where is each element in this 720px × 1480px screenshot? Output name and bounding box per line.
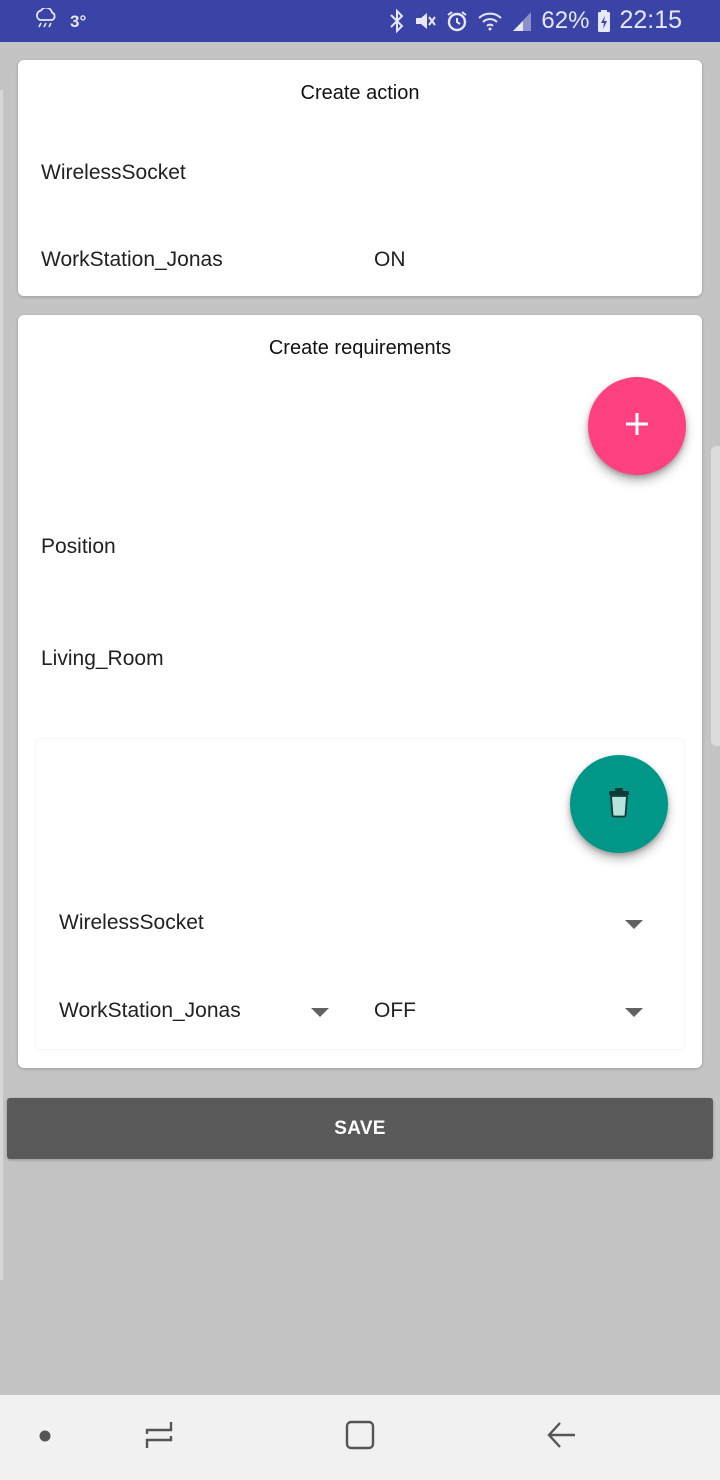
wifi-icon <box>477 9 503 33</box>
name-spinner[interactable]: WorkStation_Jonas <box>59 991 329 1031</box>
device-spinner-value: WirelessSocket <box>59 911 204 934</box>
state-spinner-value: OFF <box>374 999 416 1022</box>
navigation-bar <box>0 1395 720 1480</box>
create-action-card: Create action WirelessSocket WorkStation… <box>18 60 702 296</box>
main-content: Create action WirelessSocket WorkStation… <box>0 42 720 1395</box>
cloud-rain-icon <box>34 6 58 35</box>
state-spinner[interactable]: OFF <box>374 991 649 1031</box>
recent-apps-icon <box>143 1419 175 1456</box>
chevron-down-icon <box>625 1008 643 1017</box>
temperature-text: 3° <box>70 11 87 31</box>
dot-icon <box>39 1429 51 1447</box>
signal-icon <box>511 9 533 33</box>
add-requirement-button[interactable] <box>588 377 686 475</box>
delete-requirement-button[interactable] <box>570 755 668 853</box>
battery-icon <box>597 9 611 33</box>
create-requirements-card: Create requirements Position Living_Room <box>18 315 702 1068</box>
create-action-title: Create action <box>300 82 420 104</box>
left-edge <box>0 90 3 1280</box>
create-requirements-title: Create requirements <box>268 337 452 359</box>
requirement-item: WirelessSocket WorkStation_Jonas OFF <box>36 739 684 1049</box>
bluetooth-icon <box>389 8 405 34</box>
status-bar: 3° 62% 22:15 <box>0 0 720 42</box>
alarm-icon <box>445 9 469 33</box>
mute-icon <box>413 9 437 33</box>
name-spinner-value: WorkStation_Jonas <box>59 999 241 1022</box>
clock: 22:15 <box>619 6 682 34</box>
dot-button[interactable] <box>25 1395 65 1480</box>
action-device-text: WirelessSocket <box>41 161 186 184</box>
action-state-text: ON <box>374 248 406 271</box>
back-button[interactable] <box>532 1395 592 1480</box>
back-icon <box>546 1419 578 1456</box>
recent-apps-button[interactable] <box>129 1395 189 1480</box>
position-value: Living_Room <box>41 647 164 670</box>
trash-icon <box>606 786 632 823</box>
position-label: Position <box>41 535 116 558</box>
action-name-text: WorkStation_Jonas <box>41 248 223 271</box>
home-button[interactable] <box>330 1395 390 1480</box>
chevron-down-icon <box>625 920 643 929</box>
scrollbar[interactable] <box>711 446 720 746</box>
home-icon <box>344 1419 376 1456</box>
battery-percent: 62% <box>541 6 590 34</box>
device-spinner[interactable]: WirelessSocket <box>59 903 649 943</box>
save-button[interactable]: SAVE <box>7 1098 713 1159</box>
chevron-down-icon <box>311 1008 329 1017</box>
plus-icon <box>623 410 651 443</box>
